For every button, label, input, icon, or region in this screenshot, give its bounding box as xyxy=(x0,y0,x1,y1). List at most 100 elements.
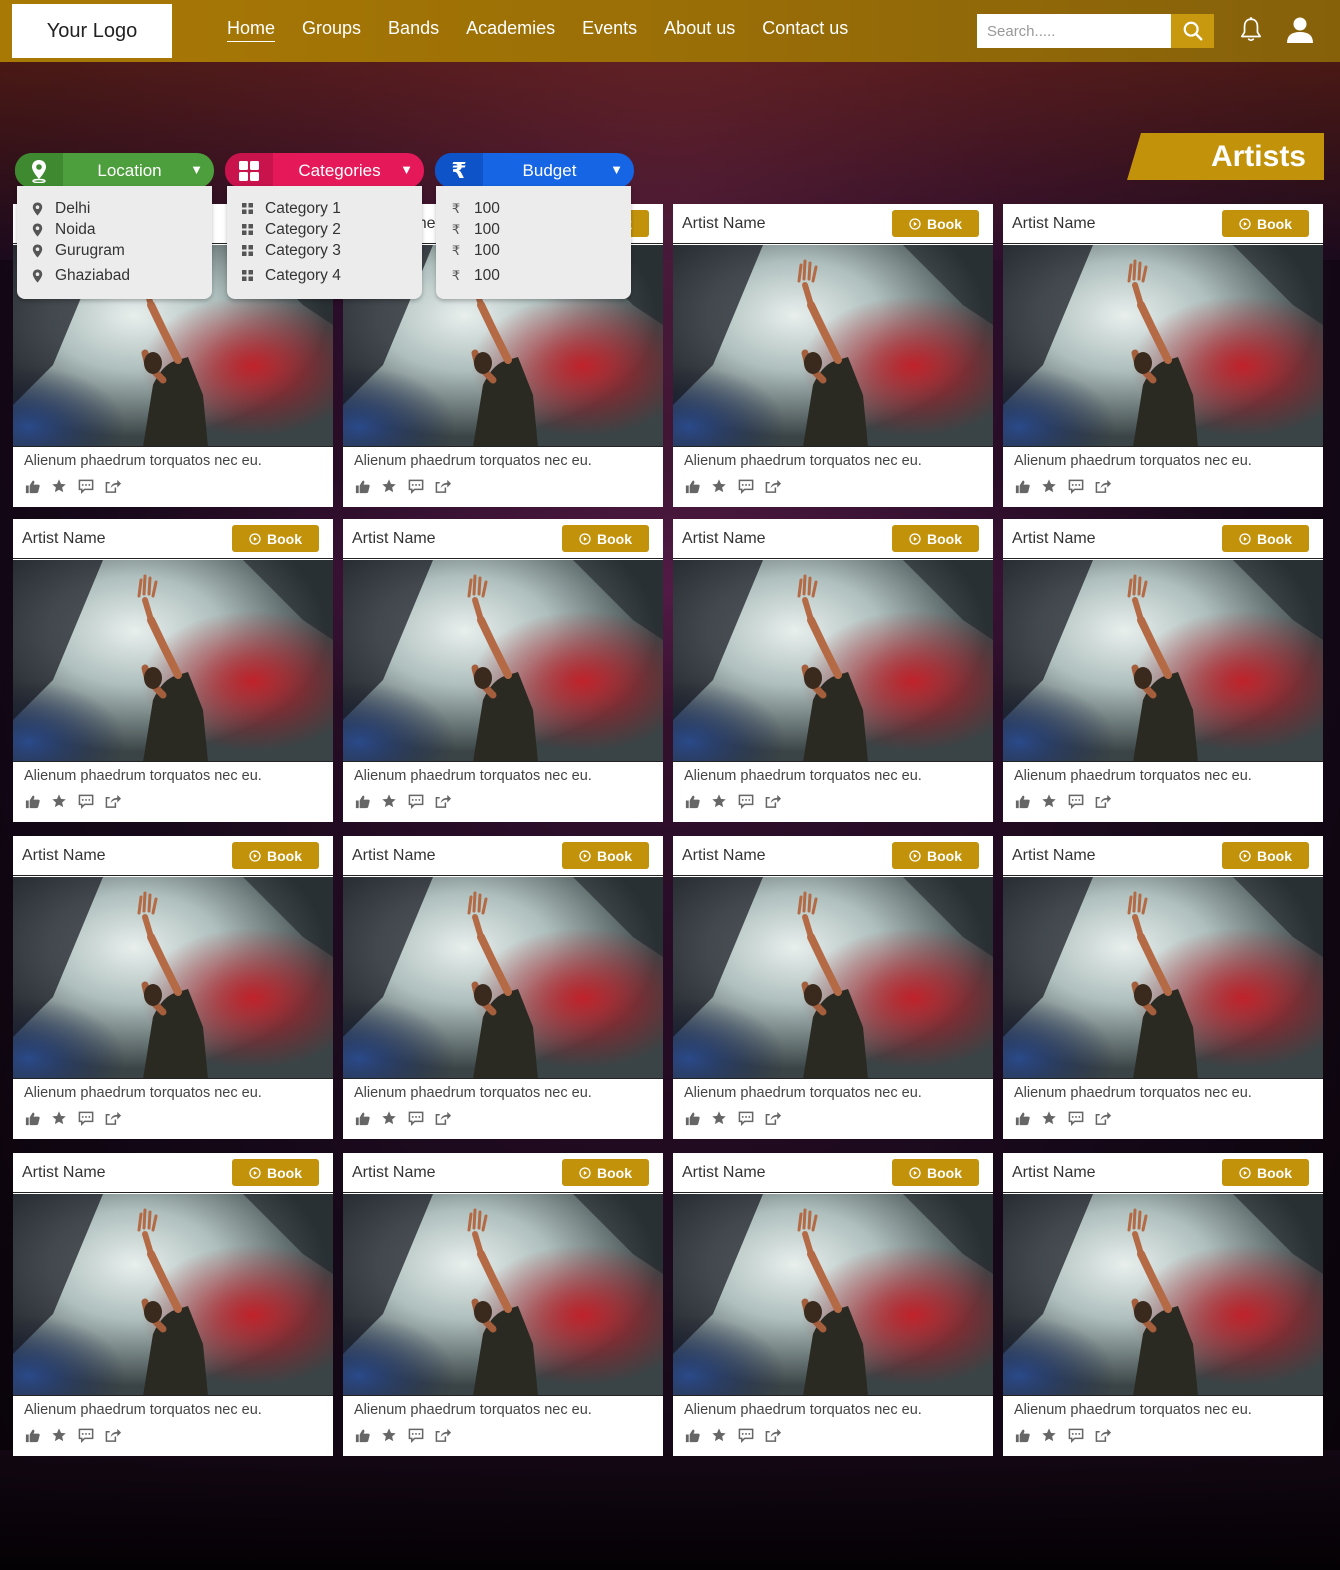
share-icon[interactable] xyxy=(105,1427,122,1444)
comment-icon[interactable] xyxy=(738,793,755,810)
budget-filter-button[interactable]: ₹ Budget ▼ xyxy=(435,153,634,188)
artist-card[interactable]: Artist Name Book xyxy=(1003,519,1323,822)
star-icon[interactable] xyxy=(1041,1110,1058,1127)
book-button[interactable]: Book xyxy=(232,525,319,552)
share-icon[interactable] xyxy=(105,793,122,810)
location-filter-button[interactable]: Location ▼ xyxy=(15,153,214,188)
artist-photo[interactable] xyxy=(673,877,993,1079)
comment-icon[interactable] xyxy=(738,1110,755,1127)
star-icon[interactable] xyxy=(381,1427,398,1444)
star-icon[interactable] xyxy=(711,793,728,810)
share-icon[interactable] xyxy=(765,1110,782,1127)
category-option[interactable]: Category 4 xyxy=(227,265,422,286)
location-option[interactable]: Gurugram xyxy=(17,240,212,261)
share-icon[interactable] xyxy=(435,1427,452,1444)
comment-icon[interactable] xyxy=(1068,478,1085,495)
category-option[interactable]: Category 2 xyxy=(227,219,422,240)
artist-card[interactable]: Artist Name Book xyxy=(673,519,993,822)
artist-photo[interactable] xyxy=(1003,560,1323,762)
comment-icon[interactable] xyxy=(78,793,95,810)
artist-card[interactable]: Artist Name Book xyxy=(673,1153,993,1456)
nav-about-us[interactable]: About us xyxy=(664,18,735,42)
like-icon[interactable] xyxy=(684,1427,701,1444)
share-icon[interactable] xyxy=(435,1110,452,1127)
nav-home[interactable]: Home xyxy=(227,18,276,42)
artist-card[interactable]: Artist Name Book xyxy=(1003,1153,1323,1456)
artist-card[interactable]: Artist Name Book xyxy=(343,519,663,822)
comment-icon[interactable] xyxy=(408,793,425,810)
star-icon[interactable] xyxy=(711,1110,728,1127)
search-button[interactable] xyxy=(1171,14,1214,48)
artist-photo[interactable] xyxy=(1003,877,1323,1079)
comment-icon[interactable] xyxy=(78,1427,95,1444)
artist-photo[interactable] xyxy=(673,245,993,447)
star-icon[interactable] xyxy=(381,1110,398,1127)
nav-contact-us[interactable]: Contact us xyxy=(762,18,848,42)
artist-photo[interactable] xyxy=(673,1194,993,1396)
share-icon[interactable] xyxy=(1095,478,1112,495)
comment-icon[interactable] xyxy=(1068,1427,1085,1444)
share-icon[interactable] xyxy=(765,793,782,810)
star-icon[interactable] xyxy=(51,793,68,810)
book-button[interactable]: Book xyxy=(562,842,649,869)
artist-card[interactable]: Artist Name Book xyxy=(1003,836,1323,1139)
like-icon[interactable] xyxy=(354,793,371,810)
categories-filter-button[interactable]: Categories ▼ xyxy=(225,153,424,188)
artist-photo[interactable] xyxy=(343,560,663,762)
nav-academies[interactable]: Academies xyxy=(466,18,555,42)
book-button[interactable]: Book xyxy=(1222,1159,1309,1186)
comment-icon[interactable] xyxy=(738,1427,755,1444)
book-button[interactable]: Book xyxy=(892,842,979,869)
user-icon[interactable] xyxy=(1285,15,1315,45)
share-icon[interactable] xyxy=(765,478,782,495)
star-icon[interactable] xyxy=(711,1427,728,1444)
artist-card[interactable]: Artist Name Book xyxy=(343,836,663,1139)
book-button[interactable]: Book xyxy=(892,210,979,237)
artist-photo[interactable] xyxy=(343,1194,663,1396)
star-icon[interactable] xyxy=(1041,478,1058,495)
site-logo[interactable]: Your Logo xyxy=(12,4,172,58)
artist-photo[interactable] xyxy=(13,1194,333,1396)
artist-photo[interactable] xyxy=(343,877,663,1079)
share-icon[interactable] xyxy=(435,478,452,495)
location-option[interactable]: Delhi xyxy=(17,198,212,219)
book-button[interactable]: Book xyxy=(1222,210,1309,237)
search-input[interactable] xyxy=(977,14,1171,48)
like-icon[interactable] xyxy=(684,793,701,810)
like-icon[interactable] xyxy=(684,478,701,495)
comment-icon[interactable] xyxy=(78,1110,95,1127)
artist-photo[interactable] xyxy=(13,877,333,1079)
artist-photo[interactable] xyxy=(1003,1194,1323,1396)
star-icon[interactable] xyxy=(51,1110,68,1127)
star-icon[interactable] xyxy=(381,478,398,495)
nav-events[interactable]: Events xyxy=(582,18,637,42)
star-icon[interactable] xyxy=(51,1427,68,1444)
location-option[interactable]: Ghaziabad xyxy=(17,265,212,286)
book-button[interactable]: Book xyxy=(562,1159,649,1186)
share-icon[interactable] xyxy=(1095,1110,1112,1127)
artist-card[interactable]: Artist Name Book xyxy=(13,519,333,822)
nav-groups[interactable]: Groups xyxy=(302,18,361,42)
comment-icon[interactable] xyxy=(1068,793,1085,810)
category-option[interactable]: Category 3 xyxy=(227,240,422,261)
like-icon[interactable] xyxy=(1014,478,1031,495)
artist-card[interactable]: Artist Name Book xyxy=(1003,204,1323,507)
like-icon[interactable] xyxy=(684,1110,701,1127)
budget-option[interactable]: ₹100 xyxy=(436,198,631,219)
share-icon[interactable] xyxy=(105,1110,122,1127)
book-button[interactable]: Book xyxy=(892,1159,979,1186)
comment-icon[interactable] xyxy=(408,1427,425,1444)
like-icon[interactable] xyxy=(354,478,371,495)
book-button[interactable]: Book xyxy=(1222,842,1309,869)
comment-icon[interactable] xyxy=(738,478,755,495)
share-icon[interactable] xyxy=(1095,1427,1112,1444)
artist-photo[interactable] xyxy=(673,560,993,762)
nav-bands[interactable]: Bands xyxy=(388,18,439,42)
artist-card[interactable]: Artist Name Book xyxy=(673,836,993,1139)
like-icon[interactable] xyxy=(1014,1110,1031,1127)
budget-option[interactable]: ₹100 xyxy=(436,240,631,261)
bell-icon[interactable] xyxy=(1238,16,1264,44)
comment-icon[interactable] xyxy=(408,1110,425,1127)
like-icon[interactable] xyxy=(24,1110,41,1127)
like-icon[interactable] xyxy=(24,1427,41,1444)
